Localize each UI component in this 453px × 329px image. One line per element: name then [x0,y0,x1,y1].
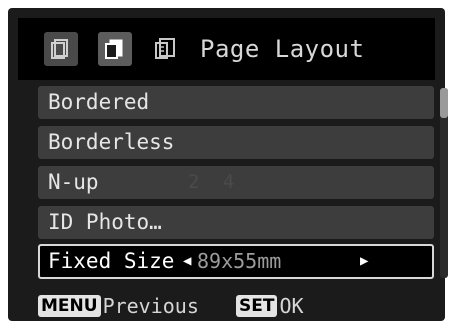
page-layout-icon [105,39,123,59]
page-multi-icon [155,38,175,59]
menu-item-label: N-up [48,170,99,194]
n-up-values: 2 4 [188,171,241,193]
menu-item-label: Borderless [48,130,175,154]
arrow-right-icon[interactable]: ▶ [360,246,368,277]
menu-item-label: Bordered [48,90,150,114]
menu-button-label: MENU [38,294,101,317]
fixed-size-value: 89x55mm [197,249,282,273]
menu-item-label: ID Photo… [48,210,162,234]
tab-page-multi[interactable] [148,32,182,66]
tab-page-single[interactable] [44,32,78,66]
page-title: Page Layout [200,35,365,63]
arrow-left-icon[interactable]: ◀ [183,246,191,277]
camera-lcd-screen: Page Layout Bordered Borderless N-up 2 4… [8,8,448,322]
menu-item-bordered[interactable]: Bordered [38,86,434,119]
menu-hint: MENU Previous [38,290,199,322]
menu-item-n-up[interactable]: N-up 2 4 [38,166,434,199]
tab-page-layout[interactable] [98,32,132,66]
set-hint: SET OK [236,290,304,322]
scrollbar[interactable] [440,88,448,278]
scrollbar-thumb[interactable] [440,88,448,118]
menu-item-id-photo[interactable]: ID Photo… [38,206,434,239]
set-button-label: SET [236,294,278,317]
set-hint-text: OK [279,294,304,318]
menu-item-label: Fixed Size [48,249,175,273]
page-single-icon [51,39,68,59]
menu-hint-text: Previous [102,294,199,318]
menu-item-fixed-size[interactable]: Fixed Size ◀ 89x55mm ▶ [38,244,434,279]
menu-header: Page Layout [18,18,435,80]
footer-hints: MENU Previous SET OK [38,290,434,322]
menu-item-borderless[interactable]: Borderless [38,126,434,159]
